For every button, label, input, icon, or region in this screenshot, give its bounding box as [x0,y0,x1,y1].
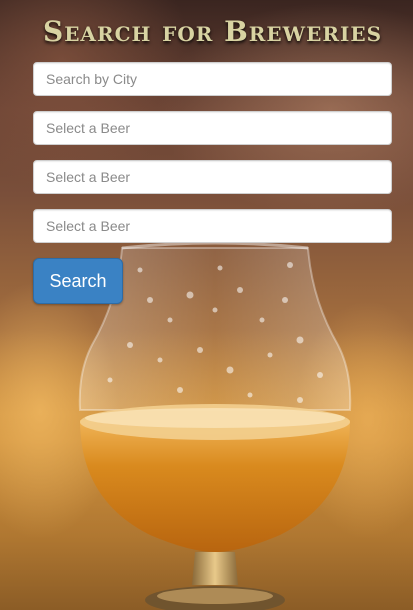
beer-select-2[interactable] [33,160,392,194]
search-button[interactable]: Search [33,258,123,304]
search-panel: Search for Breweries Search [0,0,413,304]
beer-select-3[interactable] [33,209,392,243]
page-title: Search for Breweries [42,15,383,48]
city-search-input[interactable] [33,62,392,96]
beer-select-1[interactable] [33,111,392,145]
